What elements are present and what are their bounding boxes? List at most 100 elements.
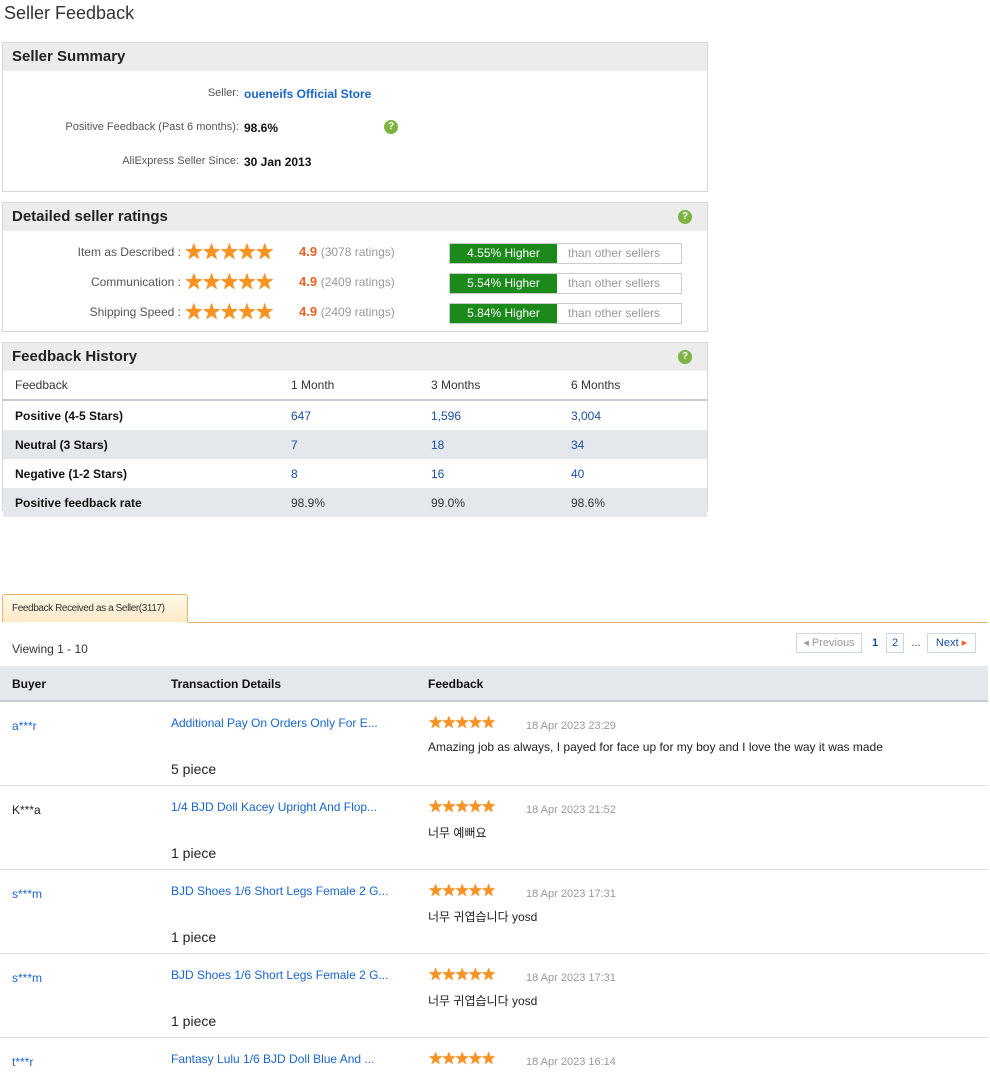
column-header: Feedback xyxy=(428,677,484,691)
star-rating-icon: ★★★★★ xyxy=(428,797,496,816)
seller-summary-panel: Seller Summary Seller: oueneifs Official… xyxy=(2,42,708,192)
comparison-text: than other sellers xyxy=(568,306,661,320)
caret-right-icon: ▸ xyxy=(961,637,968,649)
rating-score: 4.9 xyxy=(299,274,318,289)
column-header: 3 Months xyxy=(430,371,570,401)
comparison-bar: 5.84% Higher than other sellers xyxy=(449,303,682,324)
seller-since-label: AliExpress Seller Since: xyxy=(122,155,239,167)
rate-value: 99.0% xyxy=(430,488,570,517)
comparison-higher: 5.54% Higher xyxy=(450,274,557,293)
buyer-name-link[interactable]: s***m xyxy=(12,971,42,985)
page-link-2[interactable]: 2 xyxy=(886,633,904,653)
comparison-higher: 4.55% Higher xyxy=(450,244,557,263)
star-rating-icon: ★★★★★ xyxy=(428,1049,496,1068)
count-link[interactable]: 7 xyxy=(290,430,430,459)
row-label: Positive (4-5 Stars) xyxy=(15,408,124,423)
count-link[interactable]: 647 xyxy=(290,400,430,430)
feedback-text: 너무 예뻐요 xyxy=(428,826,487,840)
product-link[interactable]: BJD Shoes 1/6 Short Legs Female 2 G... xyxy=(171,968,388,982)
feedback-table-header: Buyer Transaction Details Feedback xyxy=(0,666,988,702)
quantity: 1 piece xyxy=(171,929,217,945)
star-rating-icon: ★★★★★ xyxy=(184,239,275,264)
buyer-name: K***a xyxy=(12,803,41,817)
rating-row-item-described: Item as Described : ★★★★★ 4.9 (3078 rati… xyxy=(3,241,707,265)
help-icon[interactable]: ? xyxy=(678,350,692,364)
quantity: 5 piece xyxy=(171,761,217,777)
seller-name-link[interactable]: oueneifs Official Store xyxy=(244,87,371,101)
next-page-button[interactable]: Next ▸ xyxy=(927,633,976,653)
row-label: Positive feedback rate xyxy=(3,488,290,517)
table-row: Negative (1-2 Stars) 8 16 40 xyxy=(3,459,707,488)
positive-feedback-value: 98.6% xyxy=(244,121,279,135)
seller-summary-title: Seller Summary xyxy=(3,43,707,71)
table-row: Neutral (3 Stars) 7 18 34 xyxy=(3,430,707,459)
rating-row-shipping-speed: Shipping Speed : ★★★★★ 4.9 (2409 ratings… xyxy=(3,301,707,325)
row-label: Negative (1-2 Stars) xyxy=(15,466,128,481)
column-header: Feedback xyxy=(3,371,290,401)
count-link[interactable]: 1,596 xyxy=(430,400,570,430)
column-header: Transaction Details xyxy=(171,677,282,691)
column-header: Buyer xyxy=(12,677,47,691)
count-link[interactable]: 34 xyxy=(570,430,707,459)
feedback-row: K***a 1/4 BJD Doll Kacey Upright And Flo… xyxy=(0,786,988,870)
feedback-date: 18 Apr 2023 17:31 xyxy=(526,888,616,900)
feedback-text: Amazing job as always, I payed for face … xyxy=(428,740,883,754)
feedback-text: 너무 귀엽습니다 yosd xyxy=(428,994,538,1008)
count-link[interactable]: 8 xyxy=(290,459,430,488)
table-row: Positive feedback rate 98.9% 99.0% 98.6% xyxy=(3,488,707,517)
count-link[interactable]: 18 xyxy=(430,430,570,459)
buyer-name-link[interactable]: s***m xyxy=(12,887,42,901)
seller-label: Seller: xyxy=(207,87,239,99)
count-link[interactable]: 40 xyxy=(570,459,707,488)
rating-score: 4.9 xyxy=(299,304,318,319)
count-link[interactable]: 16 xyxy=(430,459,570,488)
product-link[interactable]: Fantasy Lulu 1/6 BJD Doll Blue And ... xyxy=(171,1052,374,1066)
feedback-date: 18 Apr 2023 17:31 xyxy=(526,972,616,984)
feedback-row: s***m BJD Shoes 1/6 Short Legs Female 2 … xyxy=(0,870,988,954)
help-icon[interactable]: ? xyxy=(678,210,692,224)
column-header: 6 Months xyxy=(570,371,707,401)
rate-value: 98.9% xyxy=(290,488,430,517)
row-label: Neutral (3 Stars) xyxy=(3,430,290,459)
rating-row-communication: Communication : ★★★★★ 4.9 (2409 ratings)… xyxy=(3,271,707,295)
feedback-date: 18 Apr 2023 21:52 xyxy=(526,804,616,816)
feedback-history-table: Feedback 1 Month 3 Months 6 Months Posit… xyxy=(3,371,707,517)
feedback-row: a***r Additional Pay On Orders Only For … xyxy=(0,702,988,786)
quantity: 1 piece xyxy=(171,1013,217,1029)
product-link[interactable]: 1/4 BJD Doll Kacey Upright And Flop... xyxy=(171,800,377,814)
feedback-date: 18 Apr 2023 16:14 xyxy=(526,1056,616,1068)
page-link-1[interactable]: 1 xyxy=(866,633,884,653)
buyer-name-link[interactable]: t***r xyxy=(12,1055,33,1069)
comparison-text: than other sellers xyxy=(568,276,661,290)
feedback-row: t***r Fantasy Lulu 1/6 BJD Doll Blue And… xyxy=(0,1038,988,1075)
product-link[interactable]: BJD Shoes 1/6 Short Legs Female 2 G... xyxy=(171,884,388,898)
feedback-text: 너무 귀엽습니다 yosd xyxy=(428,910,538,924)
rating-count: (2409 ratings) xyxy=(320,275,395,289)
page-title: Seller Feedback xyxy=(4,3,135,23)
positive-feedback-label: Positive Feedback (Past 6 months): xyxy=(65,121,239,133)
table-row: Positive (4-5 Stars) 647 1,596 3,004 xyxy=(3,400,707,430)
star-rating-icon: ★★★★★ xyxy=(428,965,496,984)
feedback-date: 18 Apr 2023 23:29 xyxy=(526,720,616,732)
seller-since-value: 30 Jan 2013 xyxy=(244,155,312,169)
rating-label: Communication : xyxy=(90,275,181,289)
buyer-name-link[interactable]: a***r xyxy=(12,719,37,733)
rating-count: (2409 ratings) xyxy=(320,305,395,319)
quantity: 1 piece xyxy=(171,845,217,861)
next-page-label: Next xyxy=(935,637,959,649)
rating-label: Item as Described : xyxy=(77,245,181,259)
count-link[interactable]: 3,004 xyxy=(570,400,707,430)
feedback-row: s***m BJD Shoes 1/6 Short Legs Female 2 … xyxy=(0,954,988,1038)
feedback-history-panel: Feedback History? Feedback 1 Month 3 Mon… xyxy=(2,342,708,517)
product-link[interactable]: Additional Pay On Orders Only For E... xyxy=(171,716,378,730)
star-rating-icon: ★★★★★ xyxy=(184,299,275,324)
tab-divider xyxy=(188,622,988,623)
detailed-ratings-panel: Detailed seller ratings? Item as Describ… xyxy=(2,202,708,332)
feedback-history-title: Feedback History xyxy=(12,348,138,365)
pager-ellipsis: ... xyxy=(911,637,921,649)
comparison-bar: 5.54% Higher than other sellers xyxy=(449,273,682,294)
previous-page-button[interactable]: ◂ Previous xyxy=(796,633,862,653)
help-icon[interactable]: ? xyxy=(384,120,398,134)
rating-score: 4.9 xyxy=(299,244,318,259)
tab-feedback-received[interactable]: Feedback Received as a Seller(3117) xyxy=(2,594,188,622)
